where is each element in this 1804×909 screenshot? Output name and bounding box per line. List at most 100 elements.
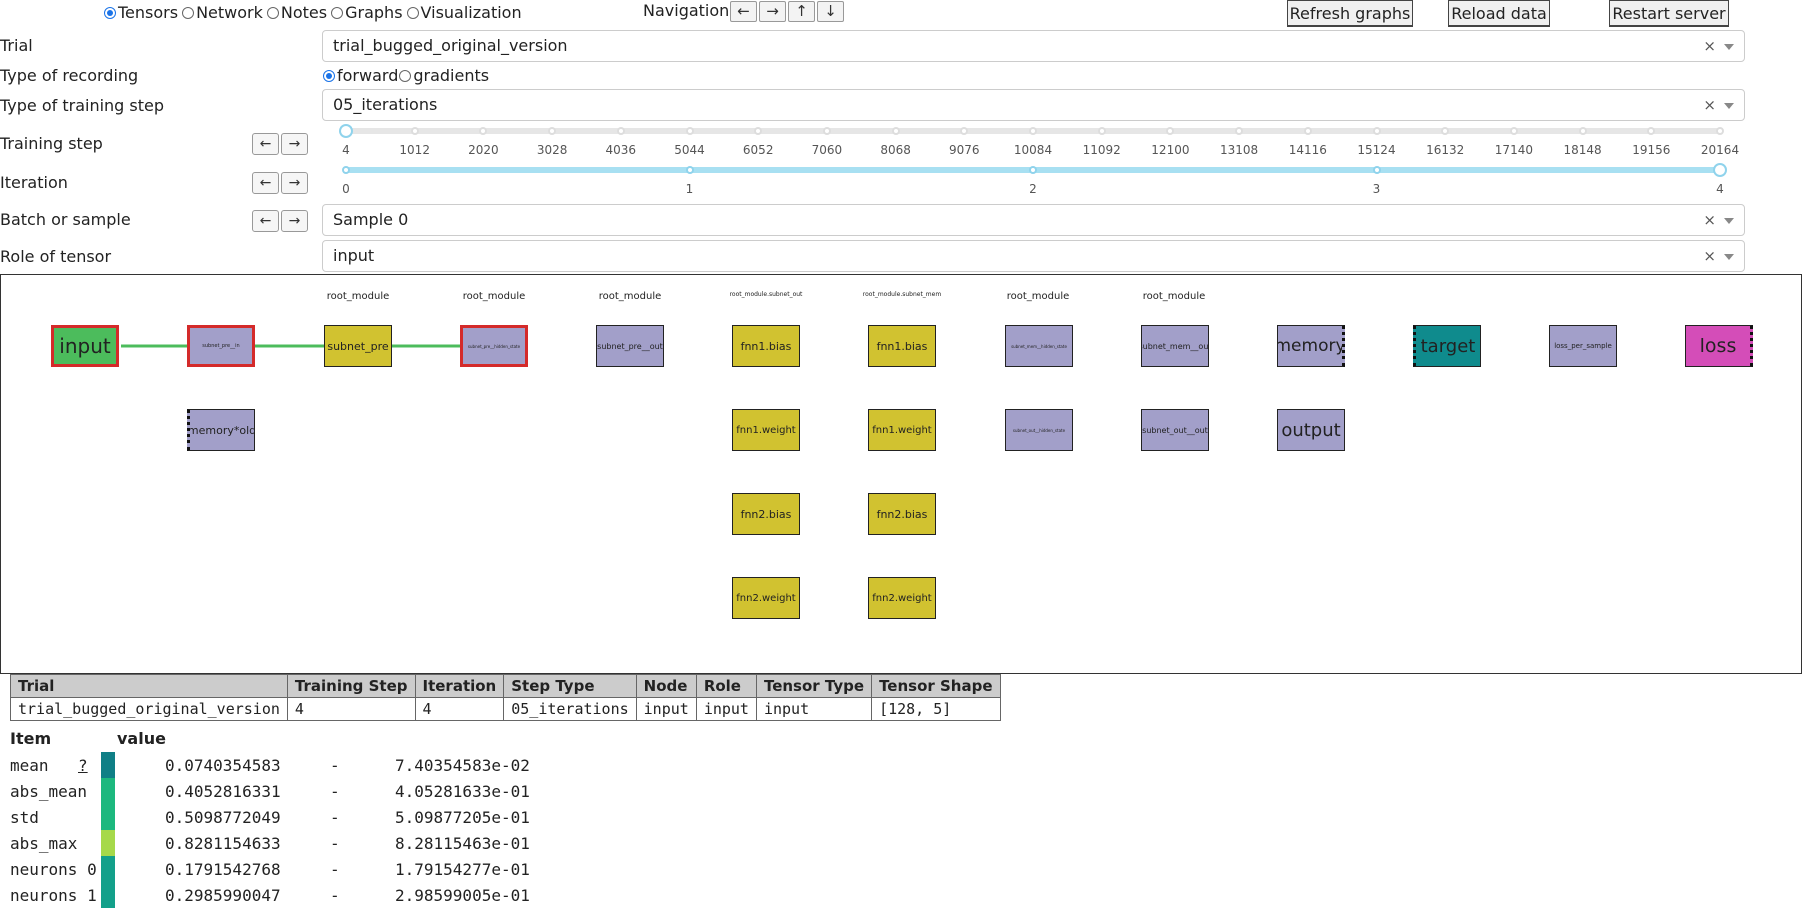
chevron-down-icon[interactable] xyxy=(1724,218,1734,224)
radio-forward[interactable] xyxy=(323,69,335,82)
slider-tick-label: 12100 xyxy=(1151,143,1190,157)
stat-value: 0.5098772049 xyxy=(165,808,281,827)
node-fnn1-weight[interactable]: fnn1.weight xyxy=(732,409,800,451)
slider-tick-mark[interactable] xyxy=(1097,127,1106,135)
node-input[interactable]: input xyxy=(51,325,119,367)
radio-notes-indicator[interactable] xyxy=(266,6,279,19)
table-header-row: Trial Training Step Iteration Step Type … xyxy=(10,674,1001,698)
node-loss-per-sample[interactable]: loss_per_sample xyxy=(1549,325,1617,367)
nav-down-button[interactable]: ↓ xyxy=(817,1,844,22)
slider-tick-mark[interactable] xyxy=(960,127,969,135)
batch-prev-button[interactable]: ← xyxy=(252,210,279,232)
node-fnn1-bias[interactable]: fnn1.bias xyxy=(868,325,936,367)
radio-tensors[interactable]: Tensors xyxy=(104,3,178,22)
trial-dropdown[interactable]: trial_bugged_original_version × xyxy=(322,30,1745,62)
node-fnn1-weight[interactable]: fnn1.weight xyxy=(868,409,936,451)
radio-visualization-indicator[interactable] xyxy=(406,6,419,19)
slider-tick-mark[interactable] xyxy=(1509,127,1518,135)
training-step-next-button[interactable]: → xyxy=(281,133,308,155)
node-loss[interactable]: loss xyxy=(1685,325,1753,367)
slider-tick-mark[interactable] xyxy=(1166,127,1175,135)
slider-tick-mark[interactable] xyxy=(410,127,419,135)
slider-tick-mark[interactable] xyxy=(822,127,831,135)
radio-network-indicator[interactable] xyxy=(182,6,195,19)
clear-icon[interactable]: × xyxy=(1703,205,1716,235)
nav-up-button[interactable]: ↑ xyxy=(788,1,815,22)
slider-tick-mark[interactable] xyxy=(1716,127,1724,135)
refresh-graphs-button[interactable]: Refresh graphs xyxy=(1287,0,1413,27)
help-link[interactable]: ? xyxy=(78,756,88,775)
chevron-down-icon[interactable] xyxy=(1724,103,1734,109)
stat-value: 0.2985990047 xyxy=(165,886,281,905)
stat-name: abs_mean xyxy=(10,782,88,801)
node-subnet-pre-in[interactable]: subnet_pre__in xyxy=(187,325,255,367)
slider-tick-mark[interactable] xyxy=(754,127,763,135)
iteration-next-button[interactable]: → xyxy=(281,172,308,194)
slider-tick-mark[interactable] xyxy=(1372,127,1381,135)
node-subnet-pre-hidden[interactable]: subnet_pre__hidden_state xyxy=(460,325,528,367)
stat-separator: - xyxy=(330,886,340,905)
slider-tick-mark[interactable] xyxy=(1303,127,1312,135)
clear-icon[interactable]: × xyxy=(1703,241,1716,271)
slider-tick-mark[interactable] xyxy=(1029,166,1037,174)
slider-tick-mark[interactable] xyxy=(1647,127,1656,135)
slider-tick-mark[interactable] xyxy=(1441,127,1450,135)
chevron-down-icon[interactable] xyxy=(1724,44,1734,50)
node-subnet-out-hidden[interactable]: subnet_out__hidden_state xyxy=(1005,409,1073,451)
slider-tick-label: 18148 xyxy=(1563,143,1602,157)
slider-tick-mark[interactable] xyxy=(1372,166,1381,174)
slider-tick-mark[interactable] xyxy=(1578,127,1587,135)
node-fnn2-bias[interactable]: fnn2.bias xyxy=(732,493,800,535)
radio-graphs[interactable]: Graphs xyxy=(331,3,403,22)
node-fnn2-weight[interactable]: fnn2.weight xyxy=(868,577,936,619)
clear-icon[interactable]: × xyxy=(1703,90,1716,120)
radio-graphs-indicator[interactable] xyxy=(331,6,344,19)
node-subnet-mem-out[interactable]: subnet_mem__out xyxy=(1141,325,1209,367)
slider-tick-mark[interactable] xyxy=(685,127,694,135)
slider-tick-mark[interactable] xyxy=(1235,127,1244,135)
node-memory[interactable]: memory xyxy=(1277,325,1345,367)
slider-tick-mark[interactable] xyxy=(616,127,625,135)
iteration-prev-button[interactable]: ← xyxy=(252,172,279,194)
slider-handle[interactable] xyxy=(339,124,353,138)
slider-handle[interactable] xyxy=(1713,163,1727,177)
slider-tick-mark[interactable] xyxy=(342,166,350,174)
node-subnet-mem-hidden[interactable]: subnet_mem__hidden_state xyxy=(1005,325,1073,367)
node-fnn2-bias[interactable]: fnn2.bias xyxy=(868,493,936,535)
slider-tick-mark[interactable] xyxy=(548,127,557,135)
role-dropdown[interactable]: input × xyxy=(322,240,1745,272)
slider-tick-mark[interactable] xyxy=(685,166,694,174)
stat-row: abs_max 0.8281154633 - 8.28115463e-01 xyxy=(10,830,610,856)
clear-icon[interactable]: × xyxy=(1703,31,1716,61)
slider-tick-label: 3 xyxy=(1372,182,1381,196)
radio-network[interactable]: Network xyxy=(182,3,263,22)
batch-dropdown[interactable]: Sample 0 × xyxy=(322,204,1745,236)
chevron-down-icon[interactable] xyxy=(1724,254,1734,260)
stat-color-swatch xyxy=(101,804,115,830)
stat-color-swatch xyxy=(101,830,115,856)
radio-tensors-indicator[interactable] xyxy=(104,6,116,19)
radio-notes[interactable]: Notes xyxy=(266,3,327,22)
reload-data-button[interactable]: Reload data xyxy=(1448,0,1550,27)
training-step-prev-button[interactable]: ← xyxy=(252,133,279,155)
slider-tick-mark[interactable] xyxy=(479,127,488,135)
batch-next-button[interactable]: → xyxy=(281,210,308,232)
node-target[interactable]: target xyxy=(1413,325,1481,367)
nav-right-button[interactable]: → xyxy=(759,1,786,22)
slider-tick-mark[interactable] xyxy=(1029,127,1037,135)
slider-tick-label: 3028 xyxy=(536,143,568,157)
node-output[interactable]: output xyxy=(1277,409,1345,451)
training-step-type-dropdown[interactable]: 05_iterations × xyxy=(322,89,1745,121)
node-memory-old[interactable]: memory*old xyxy=(187,409,255,451)
slider-tick-label: 8068 xyxy=(880,143,911,157)
slider-tick-mark[interactable] xyxy=(891,127,900,135)
node-fnn2-weight[interactable]: fnn2.weight xyxy=(732,577,800,619)
radio-gradients[interactable] xyxy=(399,69,412,82)
node-subnet-out-out[interactable]: subnet_out__out xyxy=(1141,409,1209,451)
radio-visualization[interactable]: Visualization xyxy=(406,3,522,22)
restart-server-button[interactable]: Restart server xyxy=(1609,0,1729,27)
nav-left-button[interactable]: ← xyxy=(730,1,757,22)
node-subnet-pre[interactable]: subnet_pre xyxy=(324,325,392,367)
node-fnn1-bias[interactable]: fnn1.bias xyxy=(732,325,800,367)
node-subnet-pre-out[interactable]: subnet_pre__out xyxy=(596,325,664,367)
